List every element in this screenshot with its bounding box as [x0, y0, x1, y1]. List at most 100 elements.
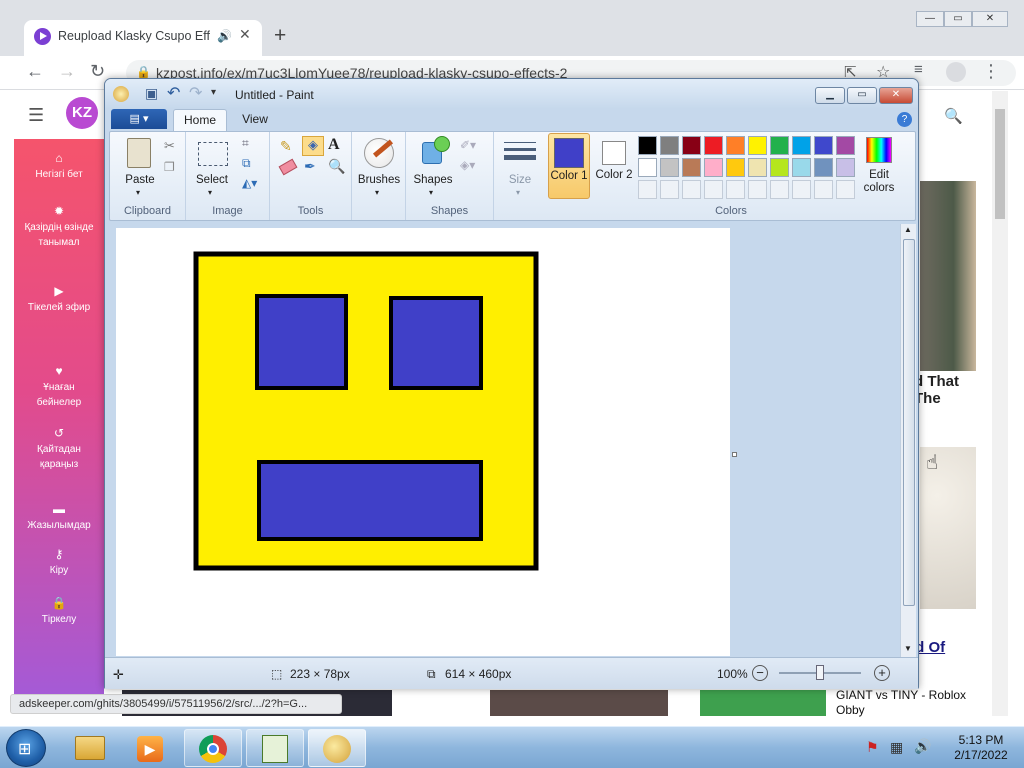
sidebar-item[interactable]: ▬ Жазылымдар [14, 502, 104, 533]
taskbar-paint[interactable] [308, 729, 366, 767]
video-thumbnail[interactable] [920, 181, 976, 371]
new-tab-button[interactable]: + [274, 24, 286, 48]
custom-color-slot[interactable] [704, 180, 723, 199]
palette-swatch[interactable] [726, 158, 745, 177]
zoom-in-button[interactable]: + [874, 665, 890, 681]
palette-swatch[interactable] [682, 158, 701, 177]
scroll-up-icon[interactable]: ▲ [904, 225, 912, 234]
palette-swatch[interactable] [770, 136, 789, 155]
palette-swatch[interactable] [836, 136, 855, 155]
canvas-scroll-thumb[interactable] [903, 239, 915, 606]
paste-button[interactable]: Paste ▾ [118, 134, 162, 198]
custom-color-slot[interactable] [682, 180, 701, 199]
hamburger-menu-icon[interactable]: ☰ [28, 105, 44, 126]
browser-menu-icon[interactable]: ⋮ [982, 61, 1000, 82]
sidebar-item[interactable]: ⌂ Негізгі бет [14, 151, 104, 182]
palette-swatch[interactable] [682, 136, 701, 155]
media-control-icon[interactable]: ≡ [914, 61, 923, 78]
undo-icon[interactable]: ↶ [167, 83, 180, 103]
cut-icon[interactable]: ✂ [164, 138, 175, 154]
custom-color-slot[interactable] [748, 180, 767, 199]
palette-swatch[interactable] [638, 158, 657, 177]
outline-icon[interactable]: ✐▾ [460, 138, 476, 152]
palette-swatch[interactable] [660, 158, 679, 177]
taskbar-chrome[interactable] [184, 729, 242, 767]
rotate-icon[interactable]: ◭▾ [242, 176, 257, 190]
paint-file-menu-button[interactable]: ▤ ▾ [111, 109, 167, 129]
scrollbar-thumb[interactable] [995, 109, 1005, 219]
ad-thumbnail[interactable] [490, 690, 668, 716]
edit-colors-button[interactable]: Edit colors [858, 133, 898, 199]
sidebar-item[interactable]: 🔒 Тіркелу [14, 596, 104, 627]
magnifier-icon[interactable]: 🔍 [328, 158, 345, 175]
sidebar-item[interactable]: ♥ Ұнаған бейнелер [14, 364, 104, 410]
color2-button[interactable]: Color 2 [594, 133, 634, 199]
volume-icon[interactable]: 🔊 [914, 738, 931, 755]
browser-tab[interactable]: Reupload Klasky Csupo Effe 🔊 ✕ [24, 20, 262, 56]
site-search-icon[interactable]: 🔍 [944, 107, 963, 125]
reload-icon[interactable]: ↻ [90, 61, 105, 82]
palette-swatch[interactable] [792, 136, 811, 155]
start-button[interactable]: ⊞ [6, 729, 46, 767]
select-button[interactable]: Select ▾ [192, 134, 232, 198]
palette-swatch[interactable] [704, 136, 723, 155]
palette-swatch[interactable] [814, 158, 833, 177]
sidebar-item[interactable]: ⚷ Кіру [14, 547, 104, 578]
canvas-resize-handle[interactable] [732, 452, 737, 457]
zoom-out-button[interactable]: − [752, 665, 768, 681]
palette-swatch[interactable] [836, 158, 855, 177]
size-button[interactable]: Size ▾ [500, 134, 540, 198]
paint-maximize-button[interactable]: ▭ [847, 87, 877, 104]
fill-bucket-icon[interactable]: ◈ [302, 136, 324, 156]
palette-swatch[interactable] [660, 136, 679, 155]
zoom-slider-thumb[interactable] [816, 665, 824, 680]
sidebar-item[interactable]: ▶ Тікелей эфир [14, 284, 104, 315]
browser-close-button[interactable]: ✕ [972, 11, 1008, 27]
sidebar-item[interactable]: ↺ Қайтадан қараңыз [14, 426, 104, 472]
back-icon[interactable]: ← [26, 61, 44, 82]
color1-button[interactable]: Color 1 [548, 133, 590, 199]
shapes-button[interactable]: Shapes ▾ [410, 134, 456, 198]
site-logo[interactable]: KZ [66, 97, 98, 129]
palette-swatch[interactable] [814, 136, 833, 155]
custom-color-slot[interactable] [638, 180, 657, 199]
text-tool-icon[interactable]: A [328, 136, 340, 154]
palette-swatch[interactable] [770, 158, 789, 177]
tab-close-button[interactable]: ✕ [239, 26, 251, 43]
palette-swatch[interactable] [748, 158, 767, 177]
palette-swatch[interactable] [638, 136, 657, 155]
ad-thumbnail[interactable] [700, 690, 826, 716]
palette-swatch[interactable] [704, 158, 723, 177]
tab-view[interactable]: View [233, 109, 277, 131]
fill-icon[interactable]: ◈▾ [460, 158, 475, 172]
paint-minimize-button[interactable]: ▁ [815, 87, 845, 104]
custom-color-slot[interactable] [814, 180, 833, 199]
palette-swatch[interactable] [726, 136, 745, 155]
scroll-down-icon[interactable]: ▼ [904, 644, 912, 653]
taskbar-notepad-app[interactable] [246, 729, 304, 767]
custom-color-slot[interactable] [770, 180, 789, 199]
quick-access-dropdown-icon[interactable]: ▾ [211, 87, 216, 98]
speaker-icon[interactable]: 🔊 [217, 29, 232, 43]
lock-icon[interactable]: 🔒 [136, 65, 151, 79]
custom-color-slot[interactable] [836, 180, 855, 199]
brushes-button[interactable]: Brushes ▾ [356, 134, 402, 198]
browser-minimize-button[interactable]: — [916, 11, 944, 27]
taskbar-media-player[interactable]: ▶ [120, 729, 178, 767]
sidebar-item[interactable]: ✹ Қазірдің өзінде танымал [14, 204, 104, 250]
help-icon[interactable]: ? [897, 112, 912, 127]
palette-swatch[interactable] [792, 158, 811, 177]
profile-avatar-icon[interactable] [946, 62, 966, 82]
video-title[interactable]: d That The [914, 373, 976, 407]
paint-app-icon[interactable] [113, 86, 129, 102]
custom-color-slot[interactable] [792, 180, 811, 199]
copy-icon[interactable]: ❐ [164, 160, 175, 174]
network-icon[interactable]: ▦ [890, 739, 903, 756]
action-center-icon[interactable]: ⚑ [866, 739, 879, 756]
system-clock[interactable]: 5:13 PM 2/17/2022 [944, 733, 1018, 763]
forward-icon[interactable]: → [58, 61, 76, 82]
custom-color-slot[interactable] [726, 180, 745, 199]
page-scrollbar[interactable] [992, 91, 1008, 716]
save-icon[interactable]: ▣ [145, 85, 158, 102]
canvas-vertical-scrollbar[interactable]: ▲ ▼ [900, 224, 916, 657]
